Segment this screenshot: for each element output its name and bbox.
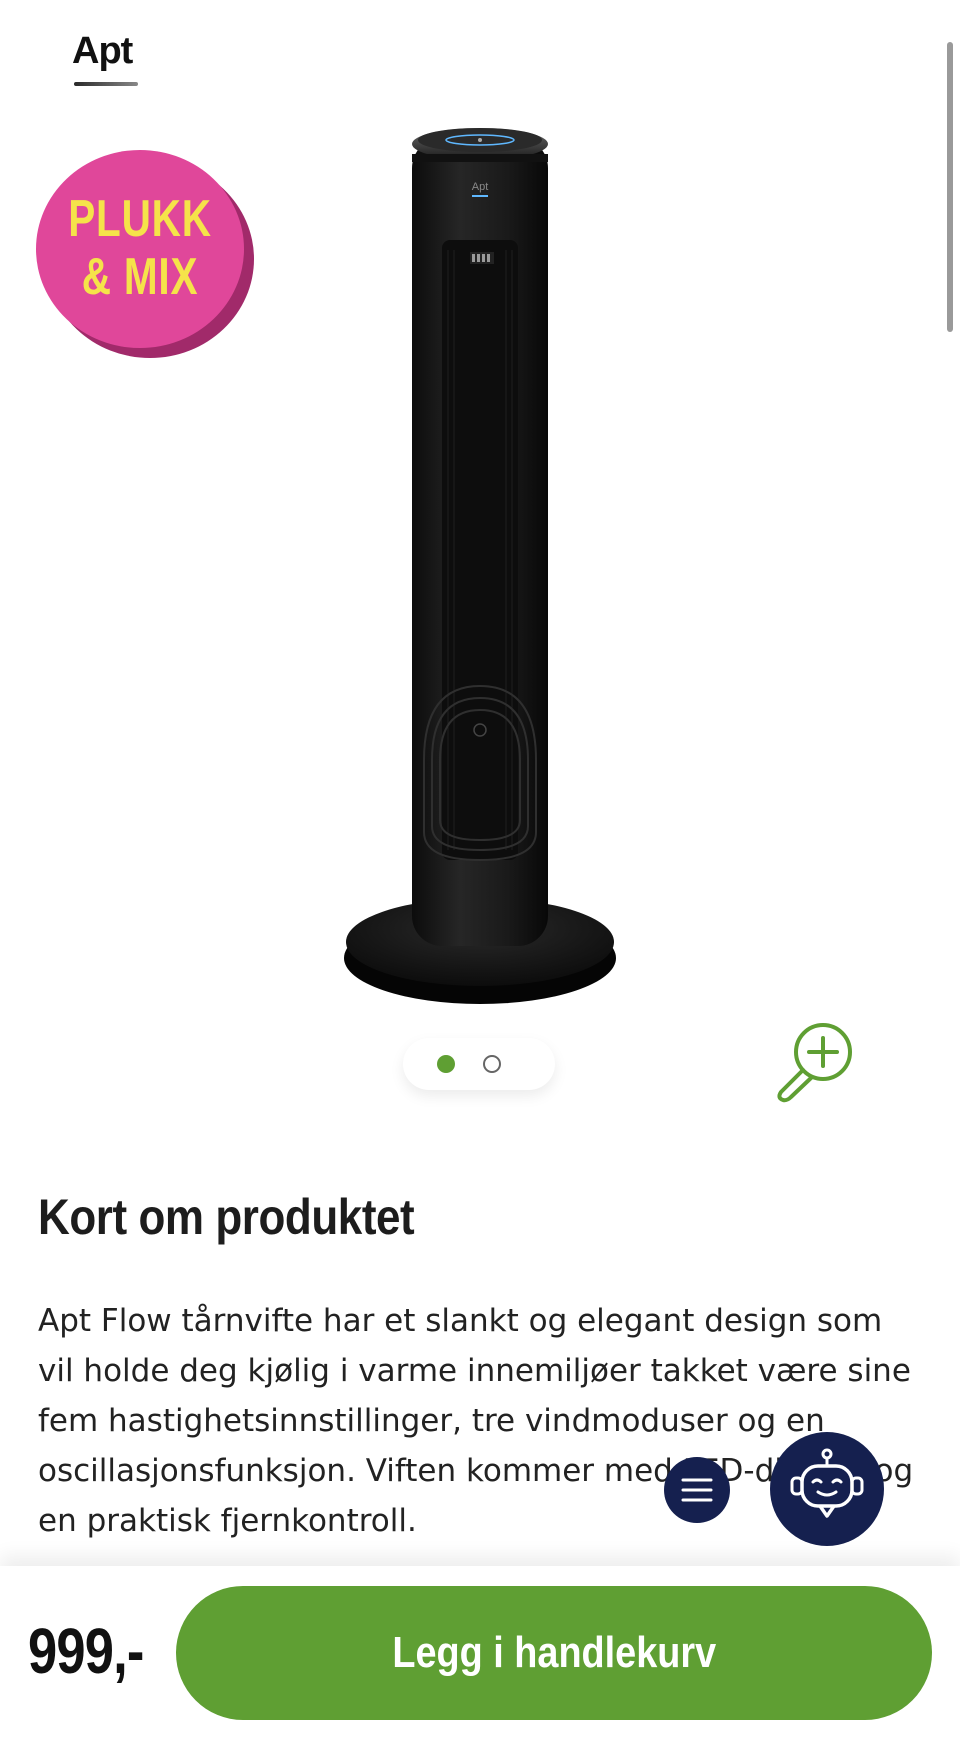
carousel-dots	[403, 1038, 555, 1090]
add-to-cart-button[interactable]: Legg i handlekurv	[176, 1586, 932, 1720]
plukk-mix-badge: PLUKK & MIX	[36, 150, 254, 358]
zoom-in-icon[interactable]	[773, 1018, 863, 1104]
brand-underline	[74, 82, 138, 86]
badge-line-1: PLUKK	[68, 190, 212, 248]
price: 999,-	[28, 1615, 144, 1687]
tower-fan-image[interactable]: Apt	[330, 120, 630, 1020]
badge-text: PLUKK & MIX	[59, 190, 221, 306]
badge-line-2: & MIX	[81, 248, 199, 306]
add-to-cart-label: Legg i handlekurv	[392, 1628, 716, 1677]
menu-button[interactable]	[664, 1457, 730, 1523]
brand-logo[interactable]: Apt	[72, 30, 133, 73]
fan-brand-mark: Apt	[472, 181, 489, 193]
section-title: Kort om produktet	[38, 1189, 415, 1245]
purchase-bar: 999,- Legg i handlekurv	[0, 1566, 960, 1758]
chat-bot-button[interactable]	[770, 1432, 884, 1546]
carousel-dot-inactive[interactable]	[483, 1055, 501, 1073]
chat-robot-icon	[790, 1448, 864, 1518]
menu-icon	[681, 1478, 713, 1502]
carousel-dot-active[interactable]	[437, 1055, 455, 1073]
scrollbar[interactable]	[947, 42, 953, 332]
